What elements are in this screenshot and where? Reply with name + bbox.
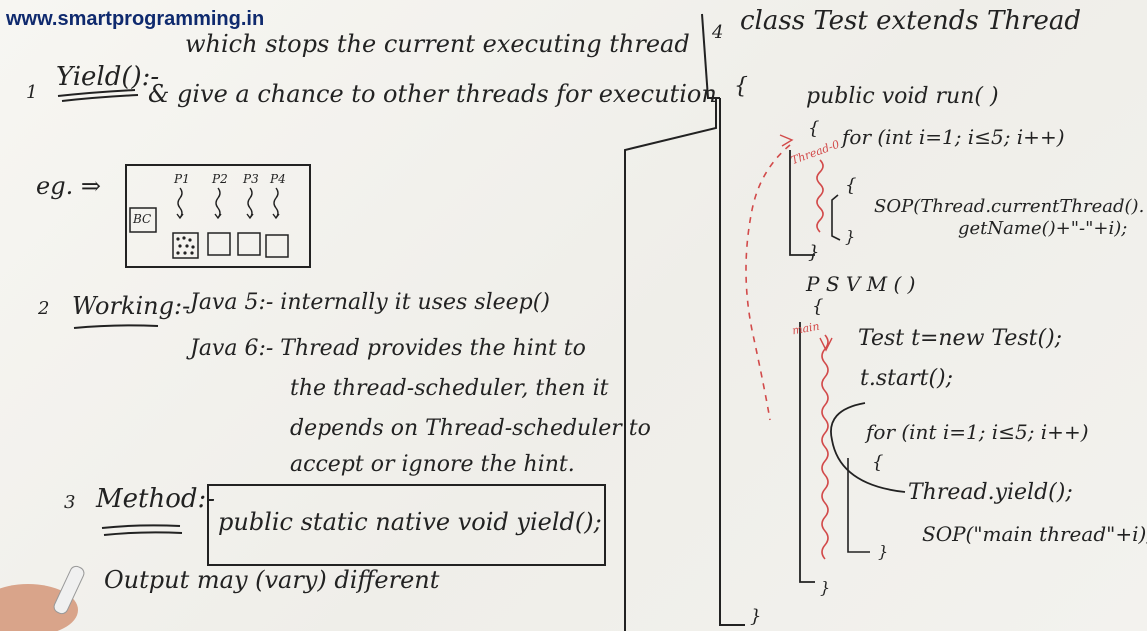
code-l6: { xyxy=(845,175,857,196)
main-squiggle xyxy=(821,334,829,560)
squiggle-p4 xyxy=(272,187,280,220)
squiggle-p2 xyxy=(214,187,222,220)
java6-line2: the thread-scheduler, then it xyxy=(290,376,609,401)
code-l16: { xyxy=(872,452,884,473)
code-l13: Test t=new Test(); xyxy=(858,326,1063,351)
p1-number: 1 xyxy=(26,82,38,103)
code-l21: } xyxy=(750,606,762,627)
proc-label-1: P1 xyxy=(174,172,190,186)
example-label: eg. ⇒ xyxy=(36,172,101,200)
p3-title: Method:- xyxy=(96,484,216,514)
code-l17: Thread.yield(); xyxy=(908,480,1073,505)
code-l3: public void run( ) xyxy=(806,84,999,109)
code-l15: for (int i=1; i≤5; i++) xyxy=(866,420,1089,444)
code-l20: } xyxy=(820,578,831,597)
code-l7: SOP(Thread.currentThread(). xyxy=(874,196,1145,217)
class-brace xyxy=(719,98,745,626)
squiggle-p1 xyxy=(176,187,184,220)
code-l12: { xyxy=(812,296,824,317)
red-arrow-top xyxy=(779,134,794,147)
for-brace xyxy=(831,194,841,241)
p1-line2: & give a chance to other threads for exe… xyxy=(148,80,717,108)
method-signature: public static native void yield(); xyxy=(218,508,602,536)
thread0-squiggle xyxy=(816,159,824,233)
p4-number: 4 xyxy=(712,22,724,43)
p1-line1: which stops the current executing thread xyxy=(185,30,690,58)
code-l18: SOP("main thread"+i); xyxy=(922,522,1147,546)
process-box-2 xyxy=(207,232,231,256)
java6-line1: Java 6:- Thread provides the hint to xyxy=(190,336,586,361)
output-note: Output may (vary) different xyxy=(104,566,440,594)
java6-line4: accept or ignore the hint. xyxy=(290,452,575,477)
proc-label-4: P4 xyxy=(270,172,286,186)
p2-title: Working:- xyxy=(72,292,191,320)
p1-title: Yield():- xyxy=(56,62,160,92)
process-box-4 xyxy=(265,234,289,258)
code-l4: { xyxy=(808,118,820,139)
code-l2: { xyxy=(734,74,748,99)
code-l1: class Test extends Thread xyxy=(740,6,1082,36)
java6-line3: depends on Thread-scheduler to xyxy=(290,416,651,441)
main-brace xyxy=(799,322,815,583)
code-l19: } xyxy=(878,542,889,561)
code-l5: for (int i=1; i≤5; i++) xyxy=(842,125,1065,149)
code-l11: P S V M ( ) xyxy=(806,272,916,296)
working-underline xyxy=(73,324,159,329)
proc-label-3: P3 xyxy=(243,172,259,186)
proc-label-2: P2 xyxy=(212,172,228,186)
squiggle-p3 xyxy=(246,187,254,220)
code-l8: getName()+"-"+i); xyxy=(958,218,1128,239)
process-box-3 xyxy=(237,232,261,256)
code-l9: } xyxy=(845,227,856,246)
bc-label: BC xyxy=(133,212,152,226)
whiteboard: www.smartprogramming.in 1 Yield():- whic… xyxy=(0,0,1147,631)
java5-line: Java 5:- internally it uses sleep() xyxy=(190,290,550,315)
p2-number: 2 xyxy=(38,298,50,319)
yield-arrow xyxy=(830,402,906,493)
p3-number: 3 xyxy=(64,492,76,513)
method-underline xyxy=(101,524,181,529)
code-l14: t.start(); xyxy=(860,366,954,391)
thread0-trace xyxy=(745,144,791,421)
code-l10: } xyxy=(808,242,820,263)
